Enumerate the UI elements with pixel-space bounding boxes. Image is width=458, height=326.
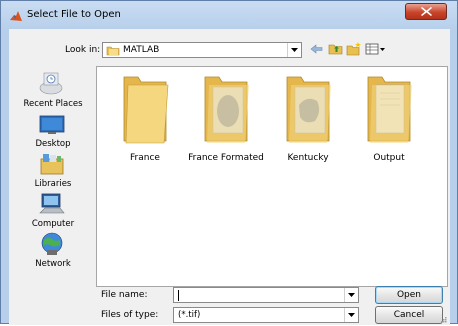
close-button[interactable]: [405, 3, 447, 20]
network-icon: [38, 231, 66, 257]
recent-places-icon: [38, 71, 66, 97]
lookin-value: MATLAB: [123, 45, 160, 55]
place-label: Computer: [31, 219, 75, 229]
lookin-combobox[interactable]: MATLAB: [102, 42, 302, 58]
matlab-icon: [9, 9, 23, 23]
place-label: Libraries: [34, 179, 72, 189]
up-folder-icon[interactable]: [328, 41, 344, 57]
folder-icon: [106, 45, 120, 59]
file-name: Kentucky: [287, 153, 329, 163]
open-button[interactable]: Open: [375, 286, 443, 304]
filename-label: File name:: [101, 290, 148, 300]
new-folder-icon[interactable]: [346, 41, 362, 57]
file-item[interactable]: France Formated: [185, 73, 267, 183]
places-bar: Recent Places Desktop Libraries Computer…: [13, 67, 93, 323]
filetype-label: Files of type:: [101, 310, 159, 320]
folder-icon: [114, 73, 176, 147]
dialog-body: Look in: MATLAB Recent Places Desktop Li…: [9, 29, 450, 325]
folder-icon: [358, 73, 420, 147]
back-arrow-icon[interactable]: [309, 41, 325, 57]
file-name: Output: [373, 153, 405, 163]
file-name: France Formated: [188, 153, 264, 163]
filename-input[interactable]: [173, 287, 359, 303]
place-label: Network: [35, 259, 71, 269]
desktop-icon: [38, 111, 66, 137]
close-icon: [421, 7, 432, 16]
computer-icon: [38, 191, 66, 217]
cancel-button[interactable]: Cancel: [375, 306, 443, 324]
file-name: France: [130, 153, 160, 163]
resize-grip-icon[interactable]: [439, 315, 447, 326]
file-item[interactable]: France: [104, 73, 186, 183]
title-bar[interactable]: Select File to Open: [1, 1, 457, 27]
chevron-down-icon[interactable]: [287, 43, 301, 57]
dialog-title: Select File to Open: [27, 9, 121, 20]
file-item[interactable]: Output: [348, 73, 430, 183]
file-list[interactable]: France France Formated Kentucky Output: [96, 66, 448, 287]
chevron-down-icon[interactable]: [344, 288, 358, 302]
filetype-select[interactable]: (*.tif): [173, 307, 359, 323]
libraries-icon: [38, 151, 66, 177]
view-menu-icon[interactable]: [365, 41, 387, 57]
folder-icon: [277, 73, 339, 147]
place-label: Recent Places: [23, 99, 83, 109]
chevron-down-icon[interactable]: [344, 308, 358, 322]
filetype-value: (*.tif): [178, 310, 201, 320]
file-item[interactable]: Kentucky: [267, 73, 349, 183]
lookin-label: Look in:: [65, 45, 101, 55]
place-label: Desktop: [35, 139, 71, 149]
open-file-dialog: Select File to Open Look in: MATLAB Rece…: [0, 0, 458, 325]
text-caret: [178, 290, 179, 301]
folder-icon: [195, 73, 257, 147]
